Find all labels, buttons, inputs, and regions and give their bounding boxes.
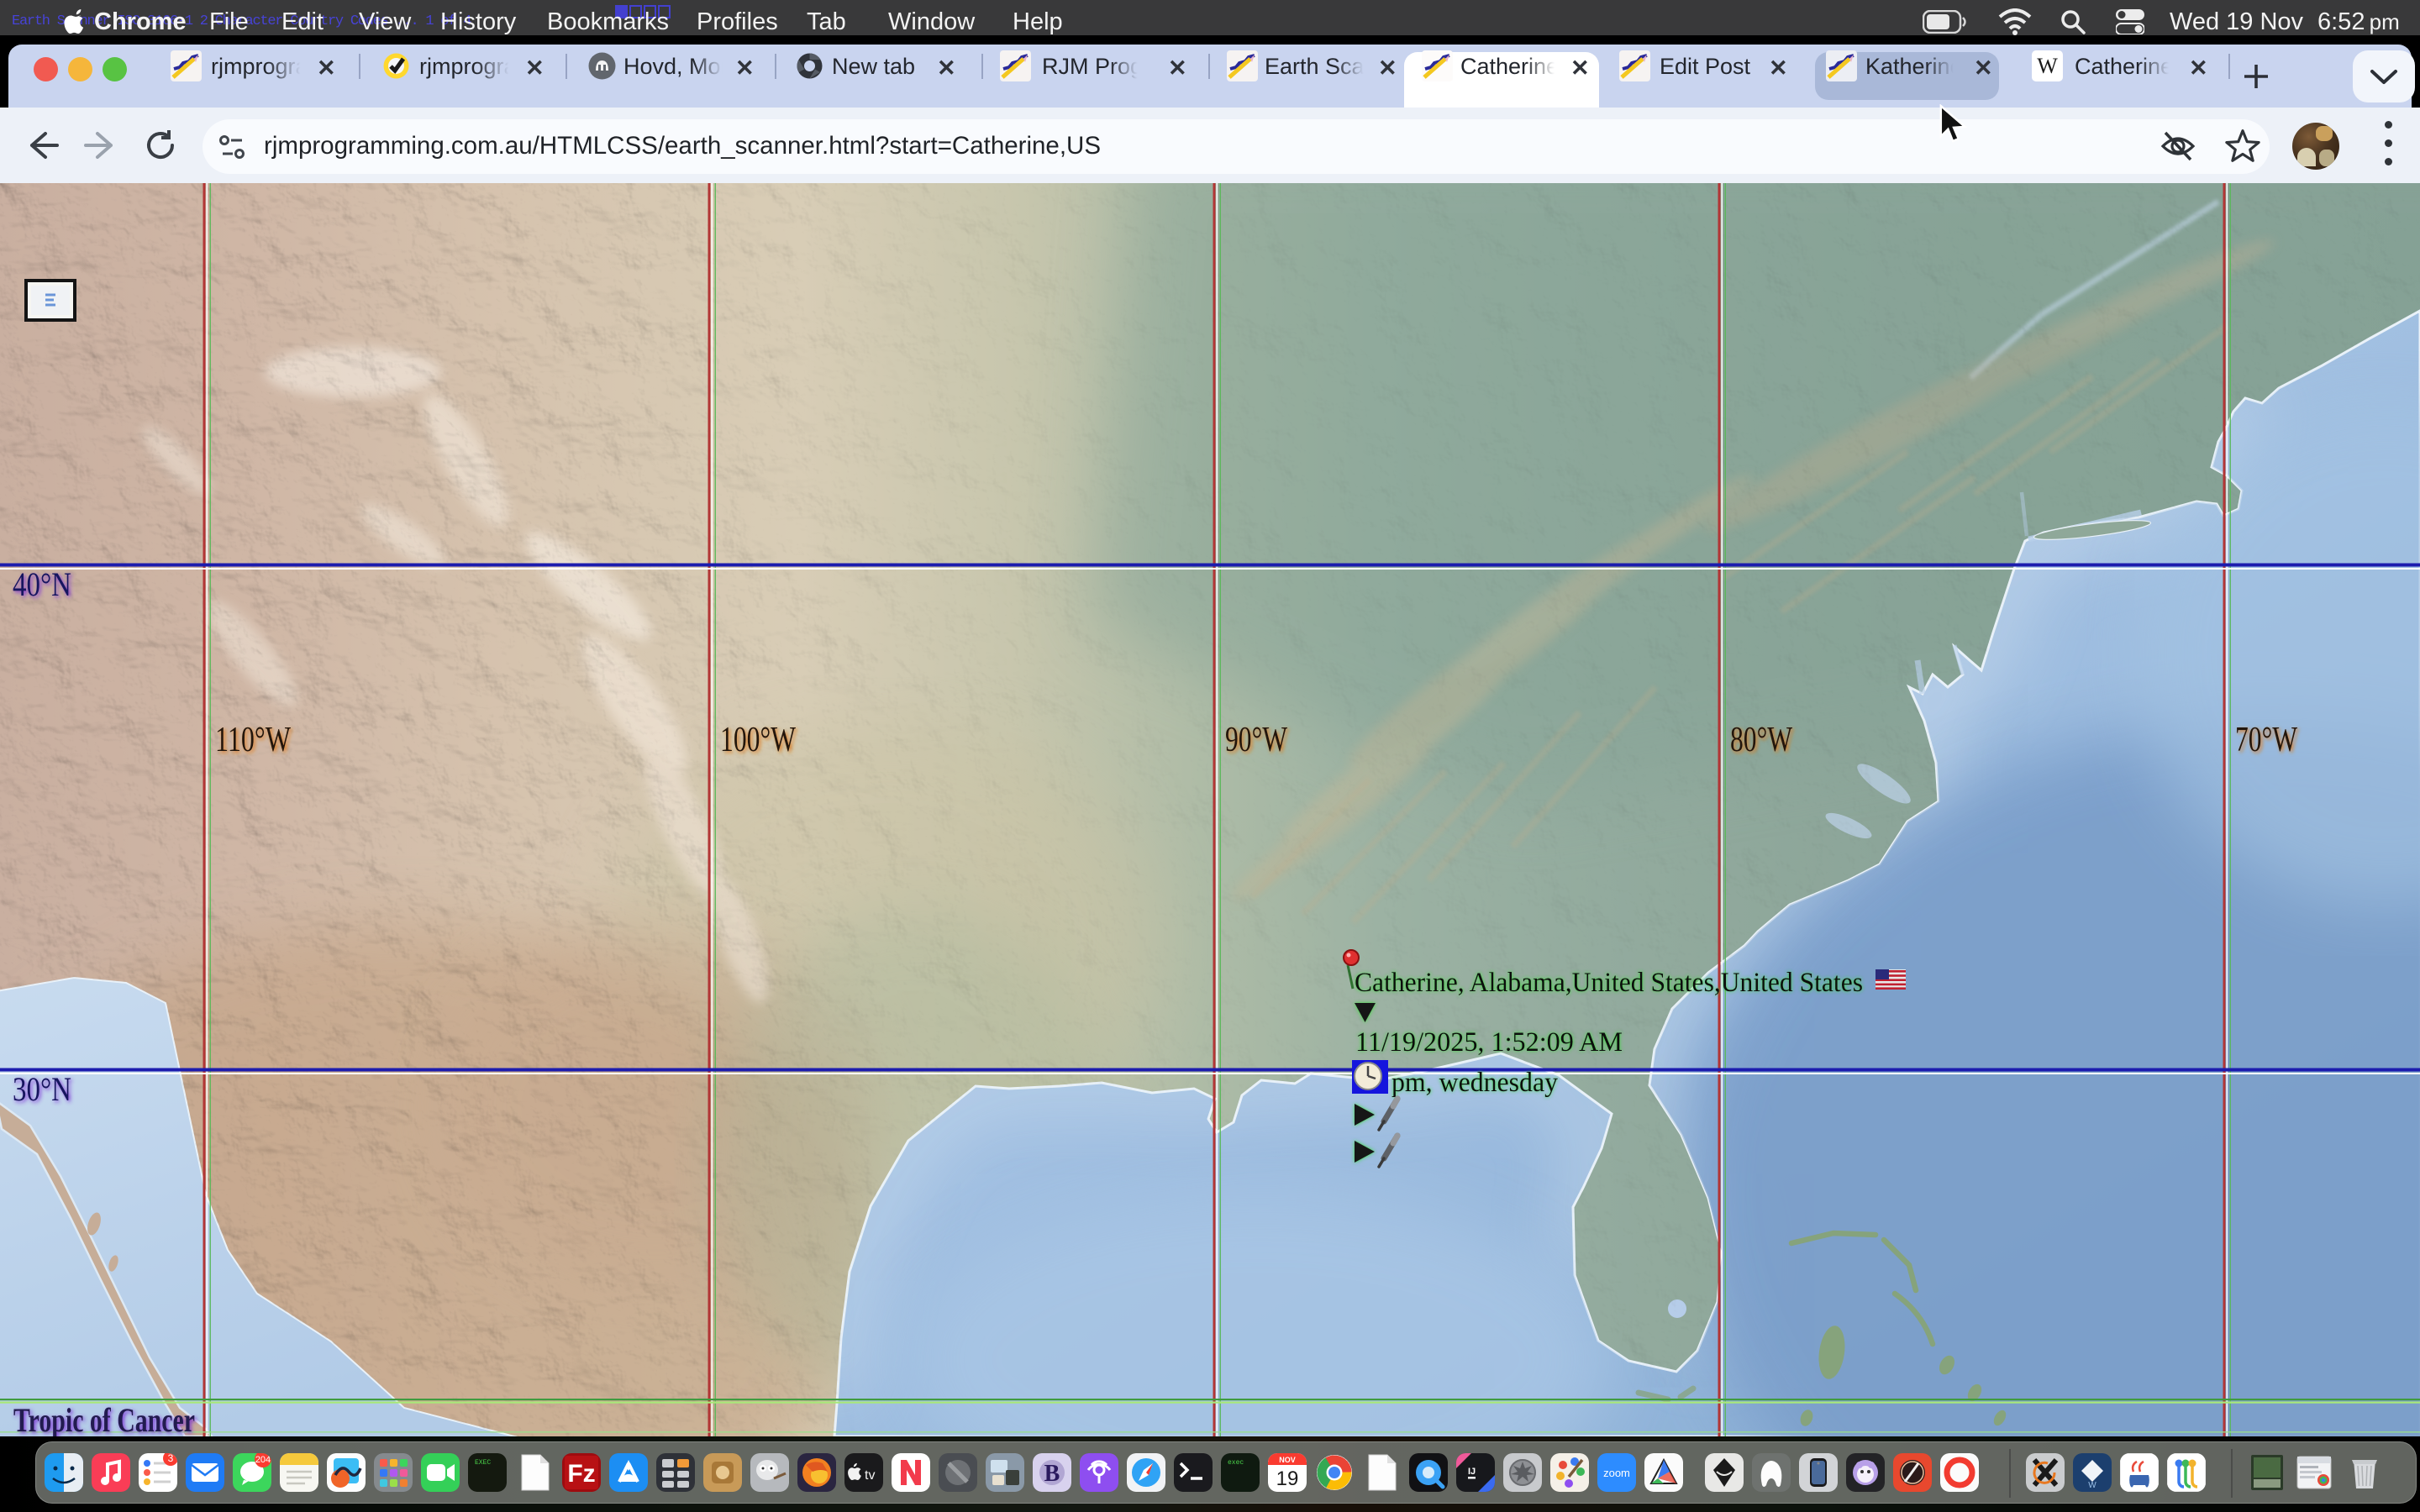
svg-text:100°W: 100°W: [720, 721, 796, 759]
svg-text:NOV: NOV: [1279, 1456, 1296, 1464]
svg-text:19: 19: [1276, 1467, 1299, 1490]
svg-text:80°W: 80°W: [1730, 721, 1792, 759]
svg-text:11/19/2025, 1:52:09 AM: 11/19/2025, 1:52:09 AM: [1355, 1027, 1623, 1058]
svg-text:W: W: [2037, 54, 2058, 78]
svg-text:40°N: 40°N: [13, 565, 71, 603]
svg-text:W: W: [2088, 1481, 2096, 1490]
svg-text:exec: exec: [1228, 1459, 1244, 1467]
svg-text:pm, wednesday: pm, wednesday: [1392, 1068, 1559, 1098]
svg-text:Tropic of Cancer: Tropic of Cancer: [13, 1401, 195, 1436]
svg-text:EXEC: EXEC: [475, 1459, 491, 1467]
svg-text:Catherine, Alabama,United Stat: Catherine, Alabama,United States,United …: [1355, 968, 1863, 998]
svg-text:Fz: Fz: [567, 1460, 595, 1488]
svg-text:B: B: [1044, 1461, 1060, 1487]
svg-text:70°W: 70°W: [2235, 721, 2297, 759]
svg-text:110°W: 110°W: [215, 721, 291, 759]
svg-text:3: 3: [168, 1453, 174, 1464]
svg-text:204: 204: [255, 1455, 271, 1465]
svg-text:zoom: zoom: [1603, 1467, 1630, 1479]
svg-text:IJ: IJ: [1468, 1467, 1476, 1477]
svg-text:30°N: 30°N: [13, 1070, 71, 1108]
svg-text:90°W: 90°W: [1225, 721, 1287, 759]
svg-text:tv: tv: [865, 1468, 875, 1483]
